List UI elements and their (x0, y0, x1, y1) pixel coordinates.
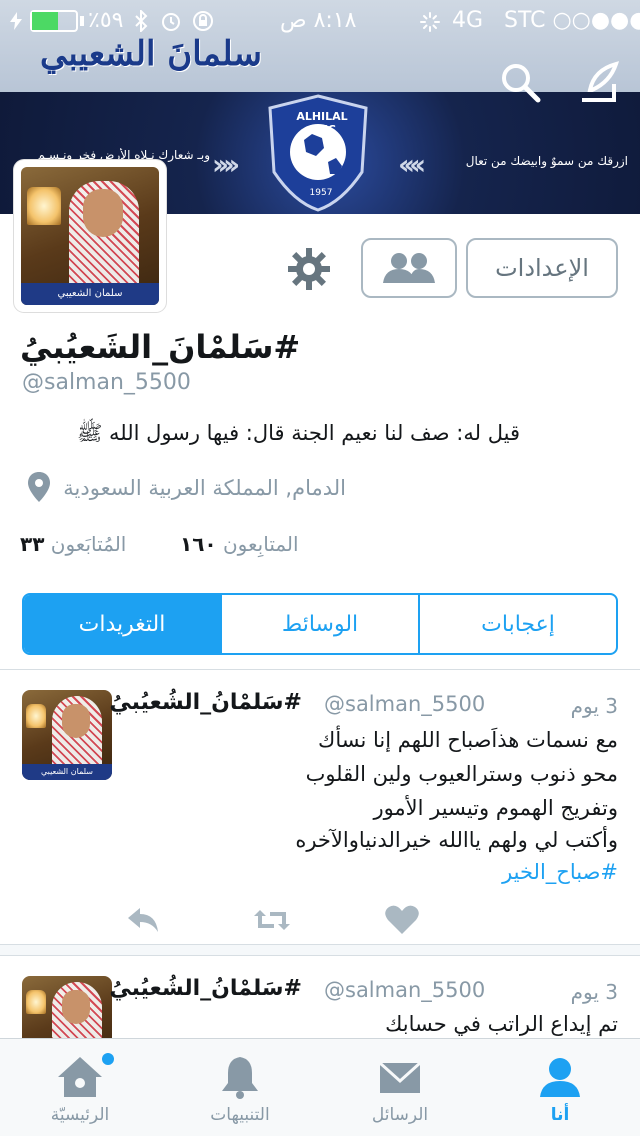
battery-icon (30, 10, 78, 32)
avatar-lamp (26, 990, 46, 1014)
compose-icon (582, 61, 620, 102)
compose-button[interactable] (574, 58, 622, 106)
heart-icon (385, 905, 419, 934)
activity-spinner-icon (420, 12, 440, 32)
tweet-author-name[interactable]: #سَلمْانُ_الشُعيُبيُ (109, 690, 302, 715)
clock: ٨:١٨ ص (280, 8, 357, 33)
followers-count: ١٦٠ (180, 532, 217, 556)
edit-profile-button[interactable]: الإعدادات (466, 238, 618, 298)
alarm-icon (162, 13, 180, 31)
tweet-text-line: محو ذنوب وسترالعيوب ولين القلوب (305, 762, 618, 786)
tab-media[interactable]: الوسائط (222, 595, 420, 653)
charging-bolt-icon (10, 12, 22, 30)
tweet-author-handle: @salman_5500 (324, 692, 486, 716)
tabbar-messages-label: الرسائل (371, 1105, 429, 1125)
follow-suggestions-button[interactable] (361, 238, 457, 298)
profile-location: الدمام, المملكة العربية السعودية (63, 476, 346, 500)
tabbar-home[interactable]: الرئيسيّة (0, 1039, 160, 1136)
tweet-hashtag-link[interactable]: #صباح_الخير (502, 860, 618, 884)
new-activity-dot (102, 1053, 114, 1065)
tweet-timestamp: 3 يوم (570, 980, 618, 1004)
people-icon (383, 253, 435, 283)
following-count: ٣٣ (20, 532, 45, 556)
following-label: المُتابَعون (50, 532, 127, 556)
tabbar-notifications-label: التنبيهات (210, 1105, 270, 1125)
like-button[interactable] (382, 902, 422, 938)
gear-icon (288, 248, 330, 290)
profile-screen: سلمانَ الشعيبي ›››› ‹‹‹‹ وبـ شعارك نـلاه… (0, 0, 640, 1136)
location-pin-icon (28, 472, 50, 502)
display-name: #سَلمْانَ_الشَعيُبيُ (20, 328, 301, 366)
profile-avatar[interactable]: سلمان الشعيبي (14, 160, 166, 312)
username-handle: @salman_5500 (22, 370, 191, 395)
tabbar-home-label: الرئيسيّة (50, 1105, 110, 1125)
bell-icon (222, 1057, 258, 1099)
avatar-face (62, 704, 90, 738)
tweet-text-line: وتفريج الهموم وتيسير الأمور (373, 796, 618, 820)
tweet-avatar[interactable] (22, 976, 112, 1038)
settings-gear-button[interactable] (284, 244, 334, 294)
tweet-item[interactable]: #سَلمْانُ_الشُعيُبيُ @salman_5500 3 يوم … (0, 956, 640, 1038)
tweet-separator (0, 944, 640, 956)
avatar-face (62, 990, 90, 1024)
crest-year: 1957 (309, 188, 333, 198)
followers-label: المتابِعون (222, 532, 299, 556)
avatar-lamp (27, 187, 61, 225)
avatar-caption: سلمان الشعيبي (21, 283, 159, 305)
tweet-text-line: تم إيداع الراتب في حسابك (385, 1012, 618, 1036)
crest-text: ALHILAL S.FC (296, 110, 348, 136)
tweet-item[interactable]: سلمان الشعيبي #سَلمْانُ_الشُعيُبيُ @salm… (0, 670, 640, 952)
retweet-button[interactable] (252, 902, 292, 938)
followers-stat[interactable]: المتابِعون ١٦٠ (180, 532, 299, 556)
tweet-avatar[interactable]: سلمان الشعيبي (22, 690, 112, 780)
following-stat[interactable]: المُتابَعون ٣٣ (20, 532, 126, 556)
avatar-face (83, 189, 123, 237)
retweet-icon (254, 910, 290, 930)
status-bar: ٪٥٩ ٨:١٨ ص 4G STC ○○●●● (0, 0, 640, 40)
person-icon (540, 1058, 580, 1097)
battery-level (32, 12, 58, 30)
tweet-text-line: مع نسمات هذاَصباح اللهم إنا نسأك (318, 728, 618, 752)
tweet-author-handle: @salman_5500 (324, 978, 486, 1002)
reply-button[interactable] (124, 902, 164, 938)
reply-icon (128, 908, 158, 932)
tweet-timestamp: 3 يوم (570, 694, 618, 718)
bluetooth-icon (135, 10, 148, 32)
rotation-lock-icon (193, 11, 213, 31)
profile-tabs: التغريدات الوسائط إعجابات (22, 593, 618, 655)
bottom-tab-bar: الرئيسيّة التنبيهات الرسائل أنا (0, 1038, 640, 1136)
tab-tweets[interactable]: التغريدات (24, 595, 222, 653)
banner-title: سلمانَ الشعيبي (40, 34, 262, 74)
battery-percent: ٪٥٩ (88, 8, 124, 33)
tabbar-messages[interactable]: الرسائل (320, 1039, 480, 1136)
avatar-lamp (26, 704, 46, 728)
banner-slogan-right: ازرقك من سموٌ وابيضك من تعال (465, 154, 628, 168)
avatar-photo: سلمان الشعيبي (21, 167, 159, 305)
battery-tip (80, 16, 84, 26)
tabbar-me-label: أنا (550, 1105, 570, 1125)
carrier: STC ○○●●● (504, 8, 640, 33)
tabbar-notifications[interactable]: التنبيهات (160, 1039, 320, 1136)
tweet-avatar-caption: سلمان الشعيبي (22, 764, 112, 780)
network-type: 4G (452, 8, 484, 33)
banner-chevrons-left: ›››› (212, 148, 240, 181)
home-icon (58, 1057, 102, 1097)
tabbar-me[interactable]: أنا (480, 1039, 640, 1136)
profile-bio: قيل له: صف لنا نعيم الجنة قال: فيها رسول… (76, 421, 520, 445)
search-button[interactable] (496, 58, 544, 106)
tweet-author-name[interactable]: #سَلمْانُ_الشُعيُبيُ (109, 976, 302, 1001)
search-icon (502, 64, 541, 103)
tab-likes[interactable]: إعجابات (420, 595, 616, 653)
envelope-icon (378, 1061, 422, 1093)
tweet-text-line: وأكتب لي ولهم ياالله خيرالدنياوالآخره (295, 828, 618, 852)
